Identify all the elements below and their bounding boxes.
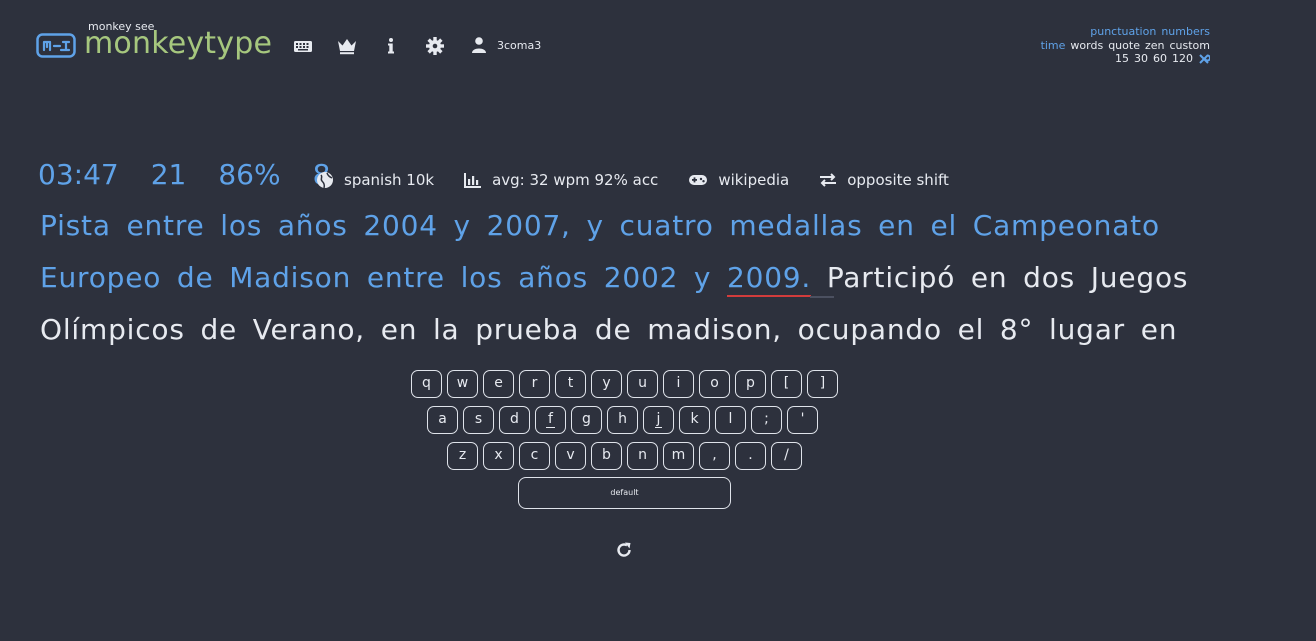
config-punctuation[interactable]: punctuation [1090,25,1156,39]
key-label: f [546,411,555,428]
key[interactable]: o [699,370,730,398]
key[interactable]: m [663,442,694,470]
username: 3coma3 [497,38,542,52]
layout-mode-indicator[interactable]: opposite shift [819,171,949,189]
key[interactable]: n [627,442,658,470]
time-30[interactable]: 30 [1134,52,1148,66]
key[interactable]: ] [807,370,838,398]
key[interactable]: l [715,406,746,434]
space-key[interactable]: default [518,477,731,509]
key[interactable]: k [679,406,710,434]
key[interactable]: r [519,370,550,398]
key[interactable]: [ [771,370,802,398]
funbox-label: wikipedia [718,171,790,189]
key[interactable]: q [411,370,442,398]
key[interactable]: a [427,406,458,434]
mode-custom[interactable]: custom [1169,39,1210,53]
key[interactable]: t [555,370,586,398]
config-numbers[interactable]: numbers [1161,25,1210,39]
key[interactable]: y [591,370,622,398]
layout-mode-label: opposite shift [847,171,949,189]
language-indicator[interactable]: spanish 10k [316,171,434,189]
key[interactable]: g [571,406,602,434]
gamepad-icon [689,175,708,185]
restart-icon[interactable] [614,540,634,560]
globe-icon [317,172,333,189]
live-stats: 03:47 21 86% 8 [38,158,362,191]
key[interactable]: x [483,442,514,470]
key[interactable]: h [607,406,638,434]
key[interactable]: b [591,442,622,470]
gear-icon[interactable] [424,35,446,57]
logo-text[interactable]: monkeytype [84,26,272,61]
live-accuracy: 86% [218,158,281,191]
key[interactable]: z [447,442,478,470]
key[interactable]: u [627,370,658,398]
key[interactable]: v [555,442,586,470]
key[interactable]: w [447,370,478,398]
account-button[interactable]: 3coma3 [470,36,541,54]
words-area[interactable]: Pista entre los años 2004 y 2007, y cuat… [40,200,1190,356]
key[interactable]: d [499,406,530,434]
funbox-indicator[interactable]: wikipedia [688,171,789,189]
key[interactable]: p [735,370,766,398]
caret [810,296,834,298]
mode-words[interactable]: words [1070,39,1103,53]
crown-icon[interactable] [336,35,358,57]
average-label: avg: 32 wpm 92% acc [492,171,659,189]
logo-icon[interactable] [36,33,76,58]
key[interactable]: . [735,442,766,470]
key[interactable]: i [663,370,694,398]
key-home-j[interactable]: j [643,406,674,434]
test-config: punctuation numbers time words quote zen… [1041,25,1210,66]
exchange-icon [820,173,837,187]
key-label: j [654,411,663,428]
key[interactable]: ' [787,406,818,434]
mode-time[interactable]: time [1041,39,1066,53]
custom-time-tools-icon[interactable] [1198,53,1210,65]
average-indicator: avg: 32 wpm 92% acc [464,171,658,189]
key[interactable]: e [483,370,514,398]
language-label: spanish 10k [344,171,435,189]
chart-bar-icon [464,173,482,188]
key-home-f[interactable]: f [535,406,566,434]
key[interactable]: ; [751,406,782,434]
test-info: spanish 10k avg: 32 wpm 92% acc wikipedi… [316,171,979,189]
key[interactable]: s [463,406,494,434]
key[interactable]: , [699,442,730,470]
time-60[interactable]: 60 [1153,52,1167,66]
live-wpm: 21 [150,158,187,191]
time-15[interactable]: 15 [1115,52,1129,66]
key[interactable]: c [519,442,550,470]
current-word: 2009. [726,261,812,297]
user-icon [472,37,486,53]
mode-quote[interactable]: quote [1108,39,1140,53]
mode-zen[interactable]: zen [1145,39,1165,53]
info-icon[interactable] [380,35,402,57]
timer: 03:47 [38,158,119,191]
keyboard-icon[interactable] [292,35,314,57]
key[interactable]: / [771,442,802,470]
time-120[interactable]: 120 [1172,52,1193,66]
